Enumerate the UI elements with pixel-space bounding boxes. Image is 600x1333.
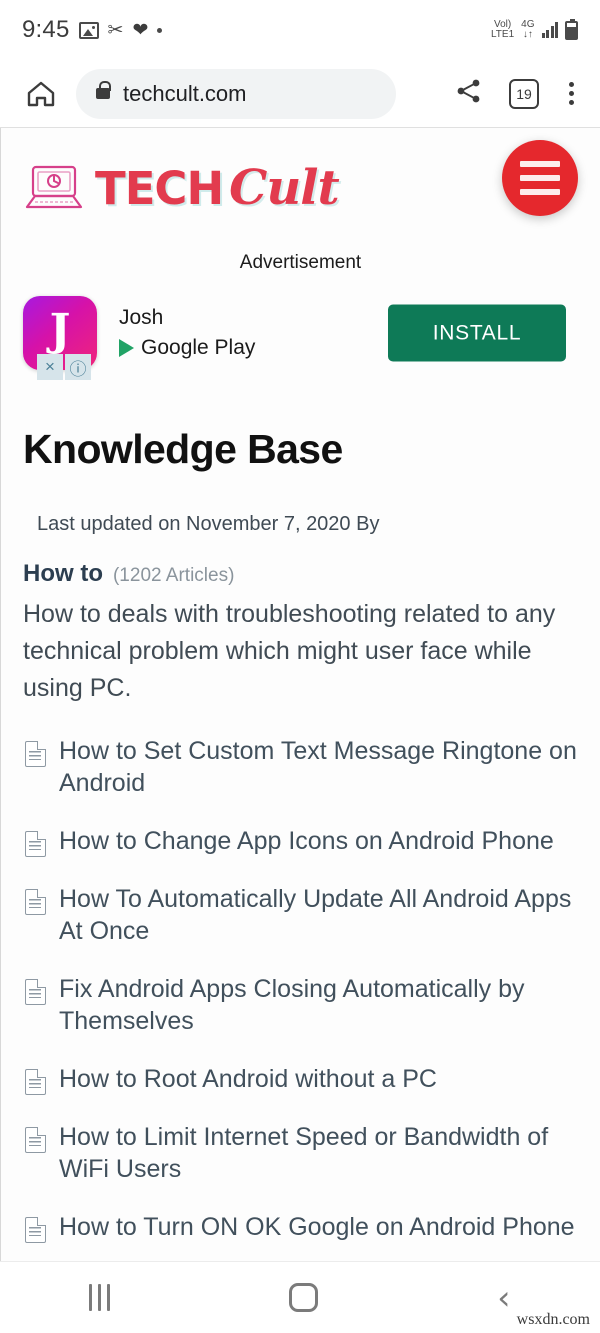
logo-word-cult: Cult: [229, 160, 340, 216]
home-icon-glyph: [27, 81, 55, 106]
home-icon[interactable]: [18, 71, 64, 117]
document-icon: [25, 979, 46, 1005]
web-page-viewport: TECH Cult Advertisement J × ⓘ Josh Googl…: [0, 128, 600, 1261]
volte-indicator: Vol) LTE1: [490, 19, 515, 40]
document-icon: [25, 1127, 46, 1153]
ad-close-icon[interactable]: ×: [37, 354, 63, 380]
document-icon: [25, 831, 46, 857]
url-text: techcult.com: [123, 80, 247, 106]
hamburger-icon[interactable]: [502, 140, 578, 216]
status-time: 9:45: [22, 16, 70, 43]
browser-toolbar: techcult.com 19: [0, 60, 600, 128]
advertisement-banner[interactable]: J × ⓘ Josh Google Play INSTALL: [1, 294, 600, 380]
josh-app-icon[interactable]: J × ⓘ: [23, 296, 97, 380]
ad-app-name: Josh: [119, 305, 164, 329]
laptop-icon: [25, 165, 83, 209]
status-bar-right: Vol) LTE1 4G ↓↑: [490, 18, 578, 40]
android-nav-bar: ‹ wsxdn.com: [0, 1261, 600, 1333]
list-item[interactable]: Fix Android Apps Closing Automatically b…: [23, 973, 578, 1037]
category-article-count: (1202 Articles): [112, 565, 235, 586]
home-square-icon[interactable]: [289, 1283, 319, 1312]
ad-badges: × ⓘ: [37, 354, 91, 380]
article-body: Knowledge Base Last updated on November …: [1, 426, 600, 1243]
page-title: Knowledge Base: [23, 426, 343, 472]
category-row: How to (1202 Articles): [23, 560, 578, 588]
article-link[interactable]: How To Automatically Update All Android …: [59, 883, 578, 947]
list-item[interactable]: How To Automatically Update All Android …: [23, 883, 578, 947]
network-indicator: 4G ↓↑: [521, 19, 535, 40]
document-icon: [25, 1069, 46, 1095]
josh-app-icon-letter: J: [49, 305, 71, 356]
signal-bars-icon: [541, 22, 558, 38]
article-link[interactable]: How to Limit Internet Speed or Bandwidth…: [59, 1121, 578, 1185]
lock-icon: [96, 81, 111, 99]
document-icon: [25, 889, 46, 915]
battery-icon: [565, 18, 578, 40]
list-item[interactable]: How to Limit Internet Speed or Bandwidth…: [23, 1121, 578, 1185]
ad-store-name: Google Play: [141, 336, 256, 360]
article-link[interactable]: Fix Android Apps Closing Automatically b…: [59, 973, 578, 1037]
ad-info-icon[interactable]: ⓘ: [65, 354, 91, 380]
recents-icon[interactable]: [89, 1284, 111, 1311]
site-header: TECH Cult: [1, 128, 600, 248]
article-link[interactable]: How to Change App Icons on Android Phone: [59, 825, 554, 857]
site-logo[interactable]: TECH Cult: [23, 160, 340, 216]
article-meta: Last updated on November 7, 2020 By: [37, 513, 380, 535]
document-icon: [25, 1217, 46, 1243]
article-link[interactable]: How to Turn ON OK Google on Android Phon…: [59, 1211, 575, 1243]
ad-store-row: Google Play: [119, 336, 255, 360]
share-icon-glyph: [457, 79, 480, 103]
list-item[interactable]: How to Set Custom Text Message Ringtone …: [23, 735, 578, 799]
url-bar[interactable]: techcult.com: [76, 68, 396, 119]
article-list: How to Set Custom Text Message Ringtone …: [23, 735, 578, 1243]
article-link[interactable]: How to Set Custom Text Message Ringtone …: [59, 735, 578, 799]
category-name[interactable]: How to: [23, 560, 103, 588]
advertisement-label: Advertisement: [239, 252, 362, 273]
back-icon[interactable]: ‹: [497, 1281, 510, 1314]
category-description: How to deals with troubleshooting relate…: [23, 600, 556, 702]
scissors-icon: ✂: [107, 19, 124, 41]
heart-check-icon: ❤: [132, 19, 149, 41]
share-icon[interactable]: [455, 77, 483, 110]
watermark: wsxdn.com: [516, 1311, 590, 1328]
document-icon: [25, 741, 46, 767]
tab-count-value: 19: [516, 85, 532, 102]
logo-word-tech: TECH: [95, 162, 224, 215]
toolbar-actions: 19: [455, 77, 582, 110]
list-item[interactable]: How to Root Android without a PC: [23, 1063, 578, 1095]
list-item[interactable]: How to Turn ON OK Google on Android Phon…: [23, 1211, 578, 1243]
tab-counter[interactable]: 19: [509, 78, 539, 109]
image-icon: [78, 21, 99, 39]
status-bar-left: 9:45 ✂ ❤: [22, 16, 163, 44]
kebab-menu-icon[interactable]: [565, 78, 578, 109]
dot-icon: [157, 27, 163, 33]
status-bar: 9:45 ✂ ❤ Vol) LTE1 4G ↓↑: [0, 0, 600, 60]
article-link[interactable]: How to Root Android without a PC: [59, 1063, 437, 1095]
install-button[interactable]: INSTALL: [388, 304, 566, 362]
google-play-icon: [119, 339, 134, 358]
list-item[interactable]: How to Change App Icons on Android Phone: [23, 825, 578, 857]
site-logo-text: TECH Cult: [95, 160, 340, 216]
ad-text-block: Josh Google Play: [119, 306, 255, 360]
